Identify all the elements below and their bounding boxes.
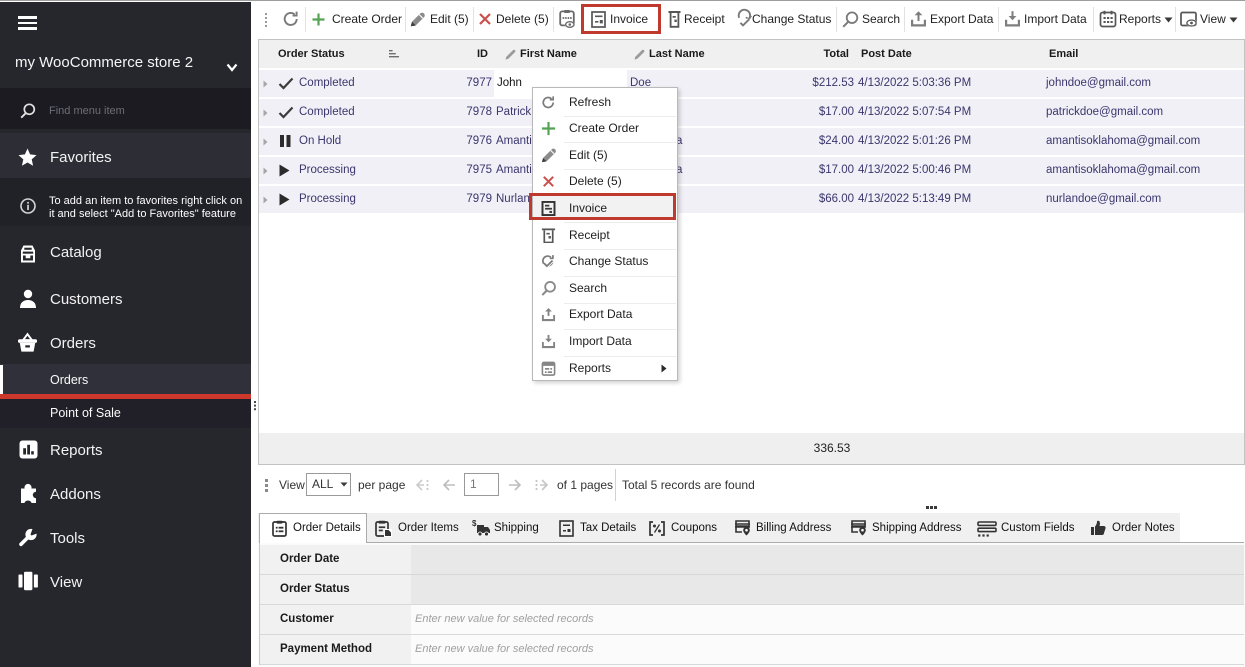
svg-text:$: $ xyxy=(472,519,477,528)
